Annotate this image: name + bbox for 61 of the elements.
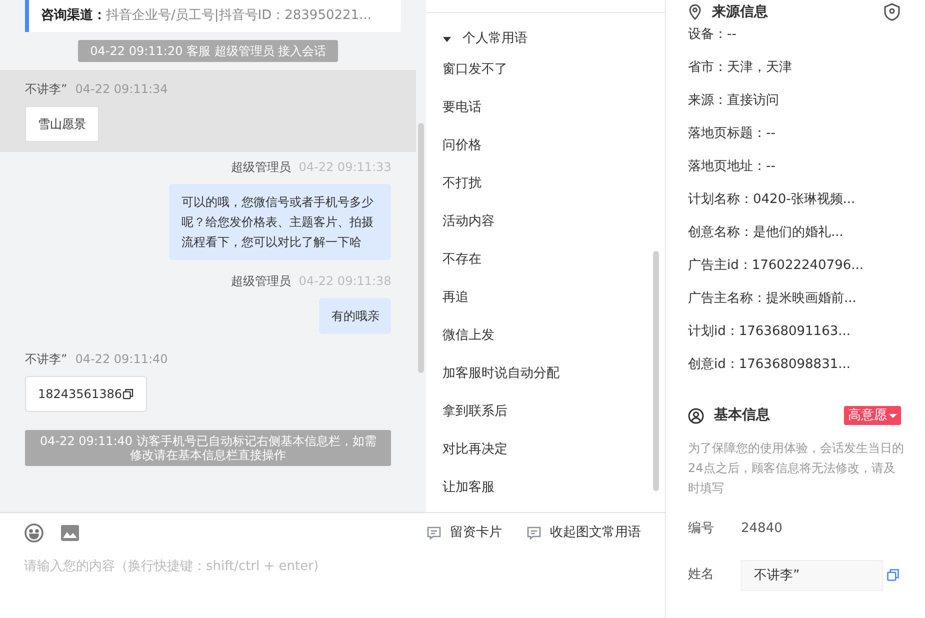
field-label: 姓名 bbox=[688, 566, 715, 584]
source-field: 计划id：176368091163... bbox=[688, 315, 905, 348]
quick-reply-item[interactable]: 不存在 bbox=[442, 241, 649, 279]
source-field: 来源：直接访问 bbox=[688, 84, 905, 117]
sender-name: 不讲李” bbox=[25, 350, 68, 368]
channel-label: 咨询渠道： bbox=[41, 6, 106, 25]
quick-reply-item[interactable]: 窗口发不了 bbox=[442, 51, 649, 89]
system-message: 04-22 09:11:40 访客手机号已自动标记右侧基本信息栏，如需修改请在基本信息栏直接操作 bbox=[25, 430, 392, 466]
channel-value: 抖音企业号/员工号|抖音号ID：283950221... bbox=[106, 7, 372, 25]
message-text: 雪山愿景 bbox=[38, 116, 86, 132]
emoji-icon[interactable] bbox=[24, 523, 44, 543]
comment-icon bbox=[426, 525, 442, 541]
message-time: 04-22 09:11:34 bbox=[75, 80, 168, 98]
copy-icon[interactable] bbox=[122, 388, 134, 400]
source-field: 创意名称：是他们的婚礼... bbox=[688, 216, 905, 249]
source-field: 创意id：176368098831... bbox=[688, 348, 905, 381]
intent-tag[interactable]: 高意愿 bbox=[844, 406, 901, 425]
notice-text: 为了保障您的使用体验，会话发生当日的24点之后，顾客信息将无法修改，请及时填写 bbox=[688, 440, 905, 497]
composer-action[interactable]: 收起图文常用语 bbox=[526, 523, 641, 543]
quick-reply-item[interactable]: 活动内容 bbox=[442, 203, 649, 241]
quick-reply-item[interactable]: 对比再决定 bbox=[442, 431, 649, 469]
location-icon bbox=[688, 4, 702, 20]
field-label: 编号 bbox=[688, 520, 715, 538]
caret-icon bbox=[889, 412, 897, 420]
source-field: 计划名称：0420-张琳视频... bbox=[688, 183, 905, 216]
group-header[interactable]: 个人常用语 bbox=[442, 27, 649, 51]
quick-reply-item[interactable]: 再追 bbox=[442, 279, 649, 317]
scrollbar[interactable] bbox=[653, 251, 659, 491]
source-field: 广告主id：176022240796... bbox=[688, 249, 905, 282]
field-value: 24840 bbox=[741, 520, 782, 538]
sender-name: 超级管理员 bbox=[230, 272, 291, 290]
composer-action[interactable]: 留资卡片 bbox=[426, 523, 502, 543]
message-input[interactable]: 请输入您的内容（换行快捷键：shift/ctrl + enter) bbox=[24, 557, 641, 576]
source-field: 广告主名称：提米映画婚前... bbox=[688, 282, 905, 315]
agent-bubble: 有的哦亲 bbox=[319, 298, 392, 334]
scrollbar[interactable] bbox=[418, 123, 424, 373]
agent-bubble: 可以的哦，您微信号或者手机号多少呢？给您发价格表、主题客片、拍摄流程看下，您可以对比了解一下哈 bbox=[169, 184, 392, 260]
sender-name: 超级管理员 bbox=[230, 158, 291, 176]
source-field: 落地页地址：-- bbox=[688, 150, 905, 183]
user-icon bbox=[688, 408, 704, 424]
sender-name: 不讲李” bbox=[25, 80, 68, 98]
quick-reply-item[interactable]: 要电话 bbox=[442, 89, 649, 127]
quick-reply-item[interactable]: 问价格 bbox=[442, 127, 649, 165]
section-title: 基本信息 bbox=[714, 406, 770, 425]
quick-reply-item[interactable]: 让加客服 bbox=[442, 469, 649, 507]
comment-icon bbox=[526, 525, 542, 541]
system-message: 04-22 09:11:20 客服 超级管理员 接入会话 bbox=[78, 40, 338, 62]
quick-reply-item[interactable]: 不打扰 bbox=[442, 165, 649, 203]
image-icon[interactable] bbox=[60, 523, 80, 543]
message-time: 04-22 09:11:40 bbox=[75, 350, 168, 368]
name-field[interactable]: 不讲李” bbox=[741, 560, 883, 590]
caret-icon bbox=[442, 34, 452, 44]
message-time: 04-22 09:11:33 bbox=[298, 158, 392, 176]
quick-reply-item[interactable]: 加客服时说自动分配 bbox=[442, 355, 649, 393]
message-text: 18243561386 bbox=[38, 386, 122, 402]
quick-reply-item[interactable]: 拿到联系后 bbox=[442, 393, 649, 431]
source-field: 落地页标题：-- bbox=[688, 117, 905, 150]
shield-icon[interactable] bbox=[883, 3, 901, 21]
quick-reply-item[interactable]: 微信上发 bbox=[442, 317, 649, 355]
message-time: 04-22 09:11:38 bbox=[298, 272, 392, 290]
source-field: 省市：天津，天津 bbox=[688, 51, 905, 84]
